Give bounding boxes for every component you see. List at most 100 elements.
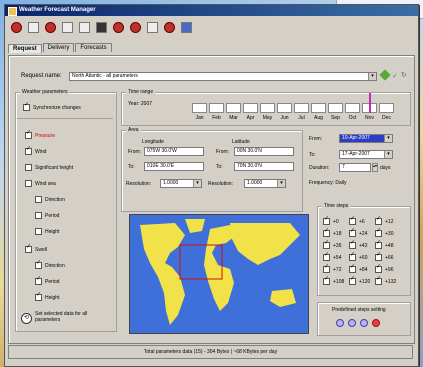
param-pressure[interactable]: Pressure (25, 130, 55, 140)
timestep-42[interactable]: +42 (349, 240, 368, 250)
new-icon[interactable] (11, 21, 22, 33)
param-windsea-direction[interactable]: Direction (35, 196, 65, 204)
world-map[interactable] (129, 214, 309, 334)
month-label: Feb (212, 115, 221, 121)
lat-from-input[interactable]: 00N 30.0'N (234, 147, 294, 156)
set-defaults-label[interactable]: Set selected data for all parameters (35, 311, 105, 323)
timestep-label: +6 (359, 218, 365, 225)
cut-icon[interactable] (113, 21, 124, 33)
preset-2-icon[interactable] (348, 319, 356, 327)
request-name-combo[interactable]: North Atlantic - all parameters ▾ (69, 72, 377, 81)
set-defaults-icon[interactable]: ⟲ (21, 313, 32, 324)
preset-3-icon[interactable] (360, 319, 368, 327)
param-swell-height[interactable]: Height (35, 292, 59, 302)
timestep-132[interactable]: +132 (375, 276, 396, 286)
timestep-checkbox (323, 228, 330, 237)
timestep-checkbox (349, 228, 356, 237)
param-swell-direction[interactable]: Direction (35, 260, 65, 270)
timestep-36[interactable]: +36 (323, 240, 341, 250)
param-windsea-period[interactable]: Period (35, 212, 59, 220)
month-bar[interactable] (328, 103, 343, 113)
request-name-value: North Atlantic - all parameters (72, 73, 138, 79)
month-bar[interactable] (226, 103, 241, 113)
synchronize-checkbox[interactable]: Synchronize changes (23, 102, 81, 112)
save-icon[interactable] (96, 21, 107, 33)
time-slider-thumb[interactable] (369, 93, 371, 113)
timestep-label: +60 (359, 254, 368, 261)
tab-forecasts[interactable]: Forecasts (75, 43, 112, 52)
timestep-48[interactable]: +48 (375, 240, 393, 250)
to-date-combo[interactable]: 17-Apr-2007 ▾ (339, 150, 393, 159)
timestep-54[interactable]: +54 (323, 252, 341, 262)
timestep-checkbox (323, 264, 330, 273)
timestep-84[interactable]: +84 (349, 264, 367, 274)
timestep-30[interactable]: +30 (375, 228, 394, 238)
timestep-6[interactable]: +6 (349, 216, 365, 226)
tab-delivery[interactable]: Delivery (42, 43, 75, 52)
chevron-down-icon: ▾ (277, 180, 285, 187)
timestep-12[interactable]: +12 (375, 216, 394, 226)
timestep-60[interactable]: +60 (349, 252, 368, 262)
timestep-96[interactable]: +96 (375, 264, 393, 274)
lon-to-label: To: (128, 164, 135, 170)
paste-icon[interactable] (79, 21, 90, 33)
timestep-108[interactable]: +108 (323, 276, 344, 286)
duration-input[interactable]: 7 (339, 163, 371, 172)
timestep-label: +30 (385, 230, 394, 237)
settings-icon[interactable] (147, 21, 158, 33)
param-wind[interactable]: Wind (25, 146, 47, 156)
synchronize-check (23, 102, 30, 111)
param-checkbox (35, 292, 42, 301)
timestep-66[interactable]: +66 (375, 252, 394, 262)
month-bar[interactable] (277, 103, 292, 113)
resolution-combo-1[interactable]: 1.0000 ▾ (160, 179, 202, 188)
resolution-combo-2[interactable]: 1.0000 ▾ (244, 179, 286, 188)
timestep-24[interactable]: +24 (349, 228, 367, 238)
timestep-label: +12 (385, 218, 394, 225)
from-date-combo[interactable]: 10-Apr-2007 ▾ (339, 134, 393, 143)
edit-icon[interactable] (379, 69, 391, 81)
time-range-group: Time range Year: 2007 Jan Feb Mar Apr Ma… (121, 89, 411, 126)
lat-to-input[interactable]: 70N 30.0'N (234, 162, 294, 171)
lon-from-input[interactable]: 075W 30.0'W (144, 147, 204, 156)
lon-to-input[interactable]: 010E 30.0'E (144, 162, 204, 171)
timestep-0[interactable]: +0 (323, 216, 339, 226)
param-label: Wind (35, 148, 47, 155)
month-bar[interactable] (260, 103, 275, 113)
longitude-label: Longitude (142, 139, 164, 145)
power-icon[interactable] (164, 21, 175, 33)
param-wind-sea[interactable]: Wind sea (25, 180, 56, 188)
timestep-label: +66 (385, 254, 394, 261)
refresh-icon[interactable]: ↻ (401, 71, 407, 79)
timestep-72[interactable]: +72 (323, 264, 341, 274)
stop-icon[interactable] (45, 21, 56, 33)
month-bar[interactable] (209, 103, 224, 113)
month-bar[interactable] (345, 103, 360, 113)
month-bar[interactable] (243, 103, 258, 113)
param-checkbox (25, 244, 32, 253)
delete-icon[interactable] (130, 21, 141, 33)
param-significant-height[interactable]: Significant height (25, 164, 73, 172)
param-windsea-height[interactable]: Height (35, 228, 59, 236)
month-bar[interactable] (379, 103, 394, 113)
param-label: Period (45, 278, 60, 285)
param-swell-period[interactable]: Period (35, 276, 60, 286)
timestep-label: +42 (359, 242, 368, 249)
timestep-18[interactable]: +18 (323, 228, 341, 238)
clear-preset-icon[interactable] (372, 319, 380, 327)
open-icon[interactable] (28, 21, 39, 33)
app-window: Weather Forecast Manager Request Deliver… (4, 4, 419, 367)
timestep-120[interactable]: +120 (349, 276, 370, 286)
month-bar[interactable] (294, 103, 309, 113)
month-bar[interactable] (311, 103, 326, 113)
help-icon[interactable] (181, 21, 192, 33)
accept-icon[interactable]: ✓ (392, 72, 398, 80)
tab-request[interactable]: Request (8, 44, 42, 53)
param-swell[interactable]: Swell (25, 244, 47, 254)
synchronize-label: Synchronize changes (33, 104, 81, 111)
preset-1-icon[interactable] (336, 319, 344, 327)
duration-spinner[interactable]: ▴▾ (372, 163, 378, 172)
param-checkbox (35, 276, 42, 285)
copy-icon[interactable] (62, 21, 73, 33)
month-bar[interactable] (192, 103, 207, 113)
